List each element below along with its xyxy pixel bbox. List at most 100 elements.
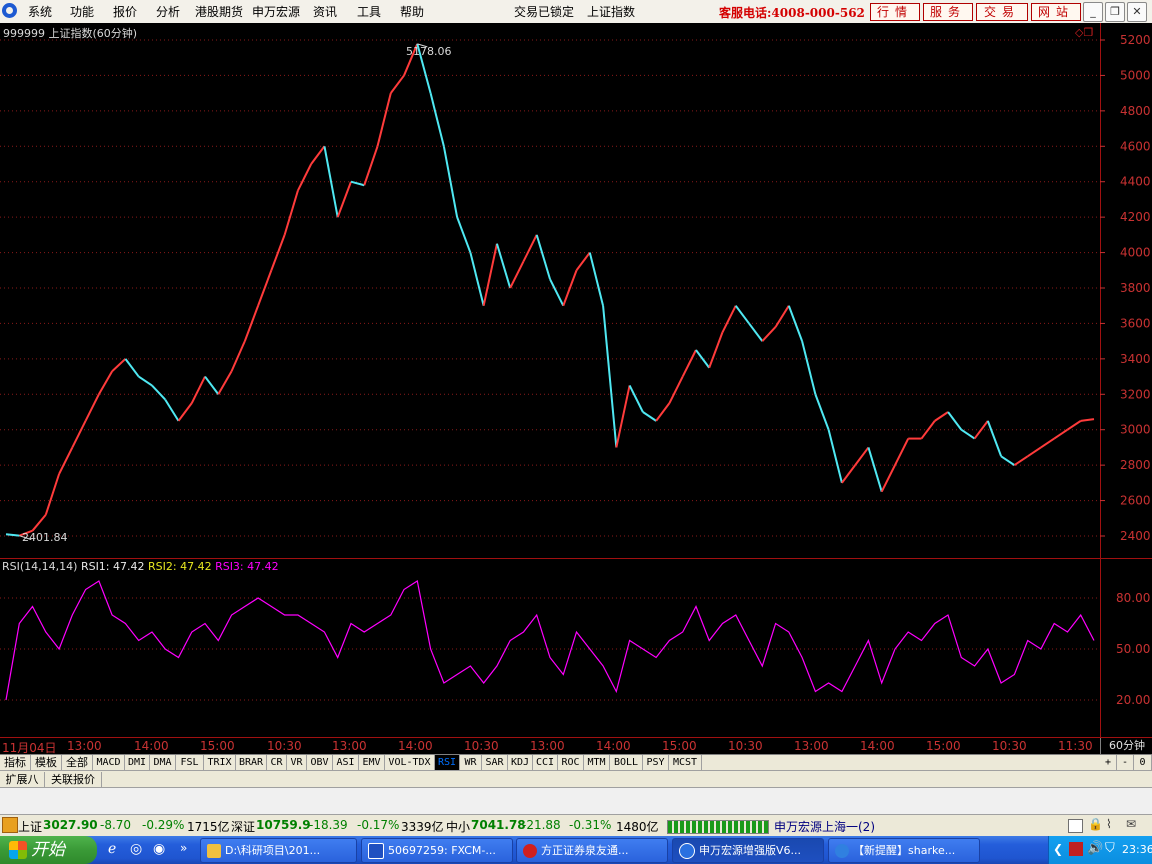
reset-button[interactable]: 0: [1134, 755, 1152, 770]
antenna-icon[interactable]: ⌇: [1106, 817, 1112, 831]
price-segment: [986, 420, 1003, 457]
price-segment: [1040, 437, 1055, 449]
window-icon[interactable]: [1068, 819, 1083, 833]
rsi-line: [5, 580, 1095, 701]
zoom-in-button[interactable]: +: [1100, 755, 1117, 770]
tab-sar[interactable]: SAR: [482, 755, 508, 770]
tab-cr[interactable]: CR: [267, 755, 287, 770]
menu-item-hk-futures[interactable]: 港股期货: [195, 3, 243, 20]
tab-wr[interactable]: WR: [460, 755, 482, 770]
zx-label: 中小: [446, 820, 471, 834]
browser-icon: [835, 844, 849, 858]
tab-mcst[interactable]: MCST: [669, 755, 702, 770]
tab-kdj[interactable]: KDJ: [508, 755, 533, 770]
price-segment: [588, 252, 605, 306]
period-label[interactable]: 60分钟: [1100, 738, 1152, 754]
tab-all[interactable]: 全部: [62, 755, 93, 770]
tab-trix[interactable]: TRIX: [204, 755, 236, 770]
tab-fsl[interactable]: FSL: [176, 755, 204, 770]
trade-button[interactable]: 交易: [976, 3, 1028, 21]
shield-icon[interactable]: ⛉: [1105, 841, 1115, 856]
menu-item-analysis[interactable]: 分析: [156, 3, 180, 20]
tab-emv[interactable]: EMV: [359, 755, 385, 770]
browser-quicklaunch-icon[interactable]: ◉: [153, 841, 165, 857]
tab-indicator[interactable]: 指标: [0, 755, 31, 770]
task-label: 申万宏源增强版V6...: [699, 844, 802, 857]
tab-brar[interactable]: BRAR: [236, 755, 267, 770]
server-name[interactable]: 申万宏源上海一(2): [774, 818, 875, 835]
task-label: 方正证券泉友通...: [541, 844, 629, 857]
taskbar-item-fxcm[interactable]: 50697259: FXCM-...: [361, 838, 513, 863]
start-button[interactable]: 开始: [0, 836, 97, 864]
minimize-window-button[interactable]: _: [1083, 2, 1103, 22]
taskbar-item-founder[interactable]: 方正证券泉友通...: [516, 838, 668, 863]
menu-item-system[interactable]: 系统: [28, 3, 52, 20]
chart-corner-icons[interactable]: ◇❐: [1075, 26, 1093, 39]
time-label: 10:30: [267, 739, 302, 753]
hotline-text: 客服电话:4008-000-562: [719, 6, 865, 20]
price-segment: [230, 340, 246, 372]
extension-tabs: 扩展八 关联报价: [0, 770, 1152, 788]
ime-icon[interactable]: [1069, 842, 1083, 856]
tab-template[interactable]: 模板: [31, 755, 62, 770]
tab-rsi[interactable]: RSI: [435, 755, 460, 770]
zx-value: 7041.78: [471, 818, 526, 832]
tab-roc[interactable]: ROC: [558, 755, 584, 770]
menu-item-tools[interactable]: 工具: [357, 3, 381, 20]
tab-mtm[interactable]: MTM: [584, 755, 610, 770]
time-label: 13:00: [530, 739, 565, 753]
menu-item-function[interactable]: 功能: [70, 3, 94, 20]
tab-vr[interactable]: VR: [287, 755, 307, 770]
taskbar: 开始 ℯ ◎ ◉ » D:\科研项目\201... 50697259: FXCM…: [0, 836, 1152, 864]
indicator-tabs: 指标 模板 全部 MACD DMI DMA FSL TRIX BRAR CR V…: [0, 754, 1152, 771]
price-segment: [668, 376, 684, 404]
price-segment: [947, 411, 963, 431]
tab-vol-tdx[interactable]: VOL-TDX: [385, 755, 435, 770]
ie-quicklaunch-icon[interactable]: ℯ: [108, 841, 116, 857]
tab-dma[interactable]: DMA: [150, 755, 176, 770]
price-segment: [283, 190, 299, 236]
menu-item-help[interactable]: 帮助: [400, 3, 424, 20]
taskbar-item-browser[interactable]: 【新提醒】sharke...: [828, 838, 980, 863]
tab-psy[interactable]: PSY: [643, 755, 669, 770]
chart-svg[interactable]: 5200 5000 4800 4600 4400 4200 4000 3800 3600 3400…: [0, 23, 1152, 738]
menu-item-news[interactable]: 资讯: [313, 3, 337, 20]
tab-dmi[interactable]: DMI: [125, 755, 150, 770]
market-button[interactable]: 行情: [870, 3, 920, 21]
service-button[interactable]: 服务: [923, 3, 973, 21]
menu-item-quote[interactable]: 报价: [113, 3, 137, 20]
restore-window-button[interactable]: ❐: [1105, 2, 1125, 22]
menu-item-swhy[interactable]: 申万宏源: [252, 3, 300, 20]
tab-extension-8[interactable]: 扩展八: [0, 772, 45, 787]
tab-cci[interactable]: CCI: [533, 755, 558, 770]
chart-area[interactable]: 5200 5000 4800 4600 4400 4200 4000 3800 3600 3400…: [0, 23, 1152, 738]
price-segment: [310, 145, 326, 165]
ie-quicklaunch-icon[interactable]: ◎: [130, 841, 142, 857]
tab-macd[interactable]: MACD: [93, 755, 125, 770]
price-segment: [190, 376, 206, 404]
price-segment: [562, 269, 578, 307]
message-icon[interactable]: ✉: [1126, 817, 1136, 831]
clock: 23:36: [1122, 843, 1152, 856]
tray-expand-icon[interactable]: ❮: [1053, 842, 1063, 856]
tab-related-quotes[interactable]: 关联报价: [45, 772, 102, 787]
price-segment: [58, 446, 74, 475]
volume-icon[interactable]: 🔊: [1087, 841, 1103, 856]
price-segment: [894, 438, 910, 466]
tab-asi[interactable]: ASI: [333, 755, 359, 770]
lock-icon[interactable]: 🔒: [1088, 817, 1103, 831]
tab-boll[interactable]: BOLL: [610, 755, 643, 770]
price-axis-label: 3000: [1120, 423, 1151, 437]
price-segment: [217, 370, 233, 395]
price-segment: [642, 411, 657, 422]
close-window-button[interactable]: ✕: [1127, 2, 1147, 22]
rsi-axis-label: 20.00: [1116, 693, 1150, 707]
time-label: 15:00: [200, 739, 235, 753]
website-button[interactable]: 网站: [1031, 3, 1081, 21]
taskbar-item-swhy[interactable]: 申万宏源增强版V6...: [672, 838, 824, 863]
price-segment: [31, 514, 47, 532]
taskbar-item-folder[interactable]: D:\科研项目\201...: [200, 838, 357, 863]
zoom-out-button[interactable]: -: [1117, 755, 1134, 770]
tab-obv[interactable]: OBV: [307, 755, 333, 770]
show-more-icon[interactable]: »: [180, 841, 187, 855]
